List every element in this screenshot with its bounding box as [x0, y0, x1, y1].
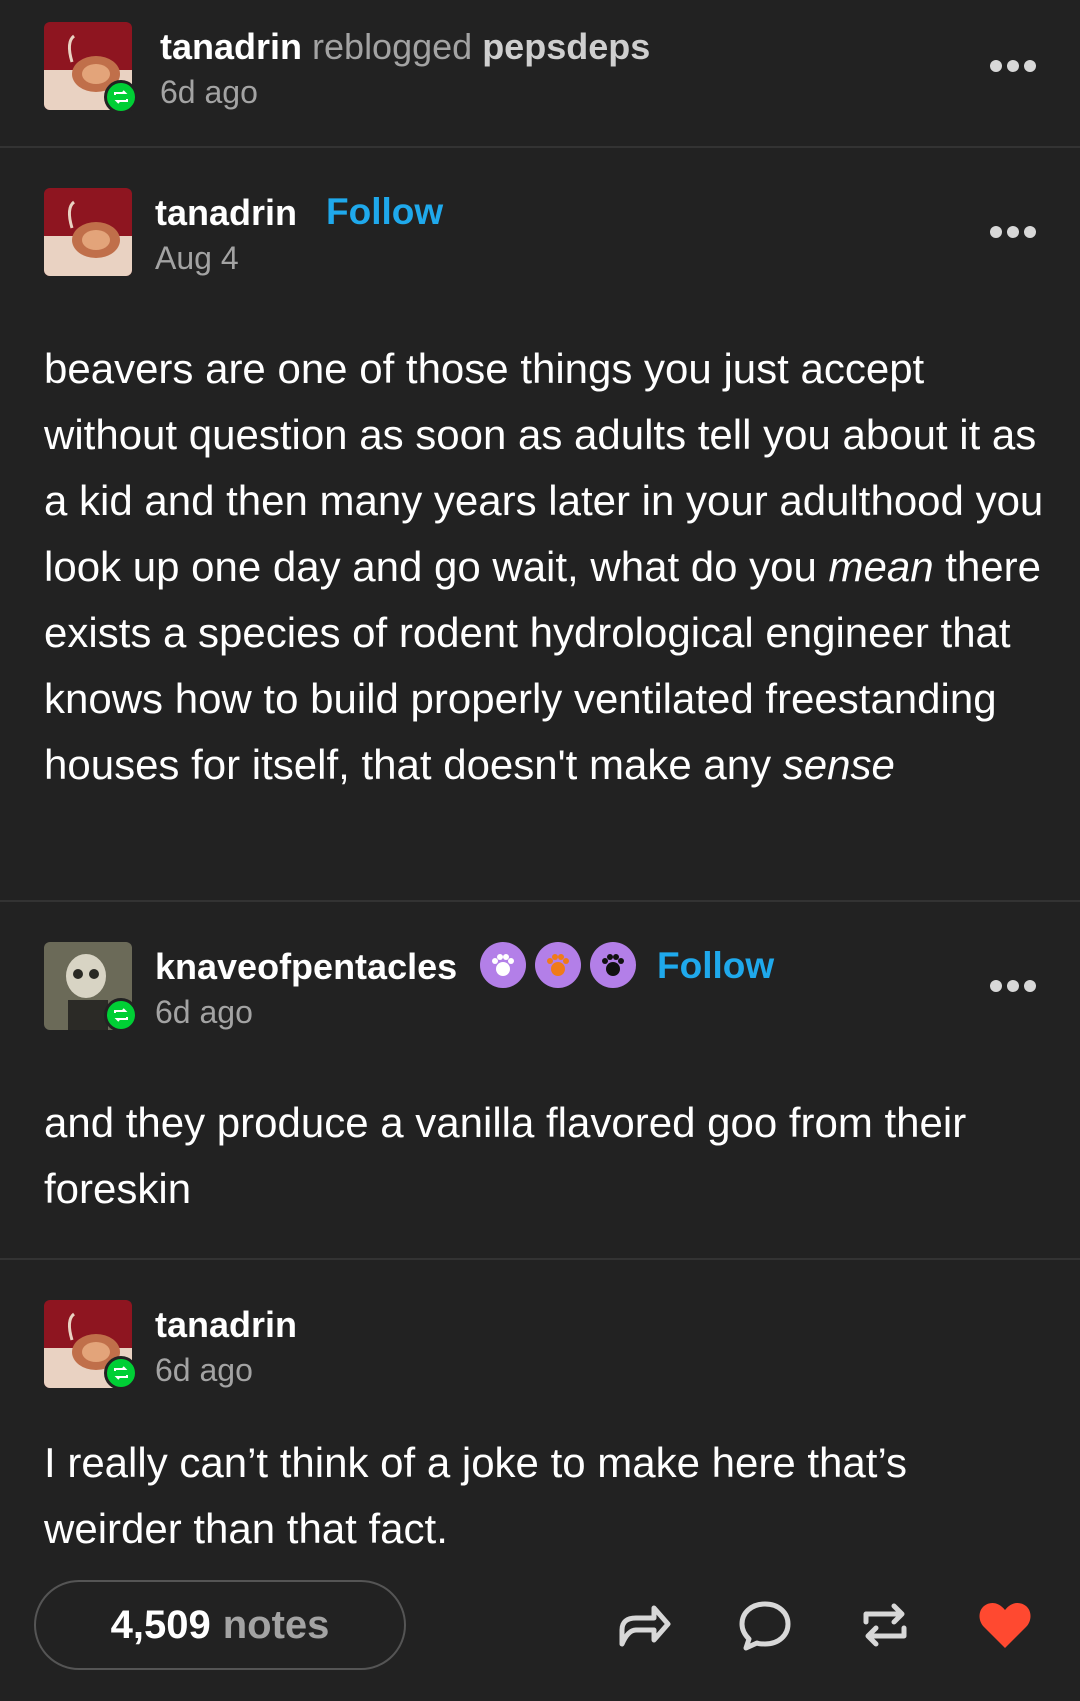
post-author-name[interactable]: tanadrin	[155, 192, 297, 234]
reblogger-name[interactable]: tanadrin	[160, 26, 302, 67]
more-options-icon[interactable]	[990, 226, 1036, 240]
post-text: I really can’t think of a joke to make h…	[44, 1439, 908, 1552]
like-icon[interactable]	[976, 1596, 1034, 1654]
paw-badge-orange-icon	[535, 942, 581, 988]
notes-count: 4,509	[110, 1602, 211, 1647]
avatar-tanadrin[interactable]	[44, 188, 132, 276]
post-text: and they produce a vanilla flavored goo …	[44, 1099, 967, 1212]
post-text-emphasis: mean	[828, 543, 934, 590]
post-author-name[interactable]: tanadrin	[155, 1304, 297, 1346]
post-body: and they produce a vanilla flavored goo …	[44, 1090, 1044, 1222]
post-time: Aug 4	[155, 240, 239, 276]
snail-avatar-icon	[44, 188, 132, 276]
reblog-line: tanadrin reblogged pepsdeps	[160, 26, 650, 68]
notes-label: notes	[222, 1602, 330, 1647]
reblog-action-text: reblogged	[312, 26, 473, 67]
divider	[0, 1258, 1080, 1260]
follow-button[interactable]: Follow	[326, 191, 443, 233]
post-body: beavers are one of those things you just…	[44, 336, 1044, 798]
reblog-badge-icon	[104, 998, 138, 1032]
post-time: 6d ago	[155, 994, 253, 1030]
reply-icon[interactable]	[736, 1596, 794, 1654]
post-author-name[interactable]: knaveofpentacles	[155, 946, 457, 988]
more-options-icon[interactable]	[990, 980, 1036, 994]
follow-button[interactable]: Follow	[657, 945, 774, 987]
divider	[0, 900, 1080, 902]
post-text-emphasis: sense	[782, 741, 895, 788]
reblog-icon[interactable]	[856, 1596, 914, 1654]
reblog-badge-icon	[104, 80, 138, 114]
post-body: I really can’t think of a joke to make h…	[44, 1430, 1044, 1562]
divider	[0, 146, 1080, 148]
share-icon[interactable]	[614, 1596, 672, 1654]
notes-button[interactable]: 4,509 notes	[34, 1580, 406, 1670]
reblog-source-name[interactable]: pepsdeps	[482, 26, 650, 67]
reblog-time: 6d ago	[160, 74, 258, 110]
paw-badge-black-icon	[590, 942, 636, 988]
more-options-icon[interactable]	[990, 60, 1036, 74]
paw-badge-white-icon	[480, 942, 526, 988]
reblog-badge-icon	[104, 1356, 138, 1390]
post-time: 6d ago	[155, 1352, 253, 1388]
